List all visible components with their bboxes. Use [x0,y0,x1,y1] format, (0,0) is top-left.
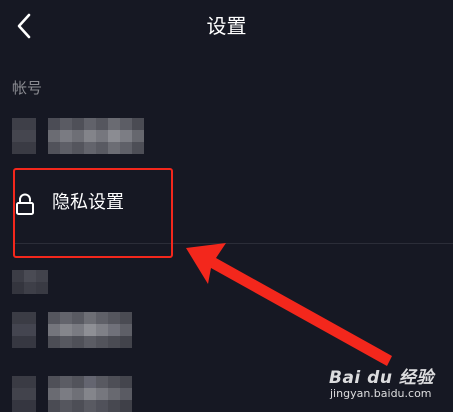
pixelated-menu-item[interactable] [12,270,48,294]
section-label-account: 帐号 [12,79,43,97]
page-title: 设置 [206,14,247,38]
watermark-domain: jingyan.baidu.com [330,387,432,400]
pixelated-menu-item[interactable] [12,376,132,412]
watermark-brand: Bai du 经验 [329,368,434,388]
menu-item-label: 隐私设置 [52,192,124,213]
divider [14,243,453,244]
menu-item-privacy-settings[interactable]: 隐私设置 [0,170,453,236]
baidu-jingyan-watermark: Bai du 经验 jingyan.baidu.com [329,363,433,403]
top-bar: 设置 [0,0,453,52]
lock-icon [16,193,34,215]
pixelated-menu-item[interactable] [12,312,132,348]
pixelated-account-item[interactable] [12,118,144,154]
